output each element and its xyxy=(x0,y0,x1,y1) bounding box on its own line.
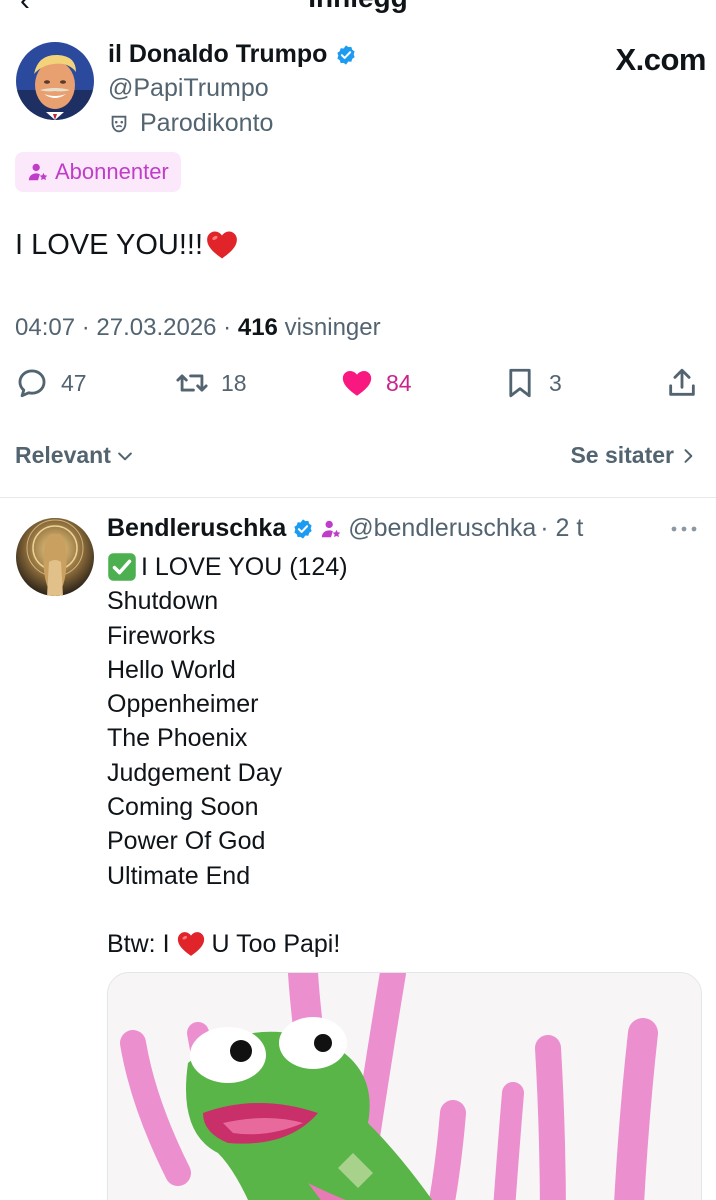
reply-item[interactable]: Bendleruschka @bendleruschka · 2 t I LOV… xyxy=(0,498,716,1200)
avatar[interactable] xyxy=(16,42,94,120)
replies-sort-row: Relevant Se sitater xyxy=(15,442,698,469)
subscriber-icon xyxy=(322,520,341,537)
action-bar: 47 18 84 3 xyxy=(15,366,703,406)
reply-icon xyxy=(18,369,46,398)
post-text: I LOVE YOU!!! xyxy=(15,228,239,262)
reply-header: Bendleruschka @bendleruschka · 2 t xyxy=(107,514,583,543)
reply-button[interactable]: 47 xyxy=(15,366,87,400)
view-quotes-button[interactable]: Se sitater xyxy=(570,442,698,469)
red-heart-emoji-icon xyxy=(177,932,204,957)
subscriber-icon xyxy=(28,163,48,181)
reply-line: Ultimate End xyxy=(107,861,251,890)
parody-label: Parodikonto xyxy=(108,109,273,138)
red-heart-emoji-icon xyxy=(207,231,237,259)
sort-relevant-button[interactable]: Relevant xyxy=(15,442,135,469)
bookmark-icon xyxy=(509,368,531,398)
repost-count: 18 xyxy=(221,369,247,396)
share-button[interactable] xyxy=(665,366,711,400)
verified-badge-icon xyxy=(337,44,356,65)
heart-filled-icon xyxy=(342,370,372,396)
reply-text: I LOVE YOU (124) Shutdown Fireworks Hell… xyxy=(107,550,348,962)
top-bar: ‹ Innlegg xyxy=(0,0,716,14)
subscribers-button[interactable]: Abonnenter xyxy=(15,152,181,192)
like-button[interactable]: 84 xyxy=(340,366,412,400)
reply-first-line: I LOVE YOU (124) xyxy=(107,550,348,584)
parody-text: Parodikonto xyxy=(140,109,274,137)
reply-line: The Phoenix xyxy=(107,724,248,753)
quotes-label: Se sitater xyxy=(570,442,674,468)
handle[interactable]: @PapiTrumpo xyxy=(108,74,269,103)
kermit-gif-image xyxy=(108,973,701,1200)
reply-count: 47 xyxy=(61,369,87,396)
reply-line: Judgement Day xyxy=(107,758,283,787)
reply-time: · 2 t xyxy=(540,514,584,542)
reply-closing-line: Btw: I U Too Papi! xyxy=(107,930,341,959)
check-mark-button-icon xyxy=(108,553,136,581)
post-text-content: I LOVE YOU!!! xyxy=(15,228,204,261)
reply-media-image[interactable] xyxy=(107,972,702,1200)
post-date: 27.03.2026 xyxy=(96,314,217,341)
display-name[interactable]: il Donaldo Trumpo xyxy=(108,40,327,69)
brand-watermark: X.com xyxy=(615,42,706,77)
post-time: 04:07 xyxy=(15,314,76,341)
parody-mask-icon xyxy=(111,115,127,132)
chevron-down-icon xyxy=(118,452,132,460)
reply-line: Hello World xyxy=(107,655,236,684)
reply-line: Fireworks xyxy=(107,621,216,650)
more-options-icon[interactable] xyxy=(670,524,698,534)
subscribers-label: Abonnenter xyxy=(55,159,169,184)
like-count: 84 xyxy=(386,369,412,396)
reply-line: Power Of God xyxy=(107,827,266,856)
chevron-right-icon xyxy=(684,448,693,463)
repost-button[interactable]: 18 xyxy=(175,366,247,400)
views-count: 416 xyxy=(237,314,278,341)
views-label: visninger xyxy=(284,314,381,341)
reply-line: Shutdown xyxy=(107,587,219,616)
reply-line: Coming Soon xyxy=(107,793,259,822)
reply-handle[interactable]: @bendleruschka xyxy=(348,514,536,543)
reply-line: Oppenheimer xyxy=(107,690,259,719)
page-title: Innlegg xyxy=(0,0,716,14)
reply-display-name[interactable]: Bendleruschka xyxy=(107,514,286,543)
bookmark-count: 3 xyxy=(549,369,562,396)
post-meta: 04:07 · 27.03.2026 · 416 visninger xyxy=(15,314,381,341)
name-row: il Donaldo Trumpo xyxy=(108,40,357,69)
verified-badge-icon xyxy=(294,518,312,539)
share-icon xyxy=(669,368,695,396)
post-header: il Donaldo Trumpo @PapiTrumpo Parodikont… xyxy=(16,40,706,140)
reply-avatar[interactable] xyxy=(16,518,94,596)
bookmark-button[interactable]: 3 xyxy=(503,366,562,400)
sort-label: Relevant xyxy=(15,442,111,468)
repost-icon xyxy=(176,374,208,392)
